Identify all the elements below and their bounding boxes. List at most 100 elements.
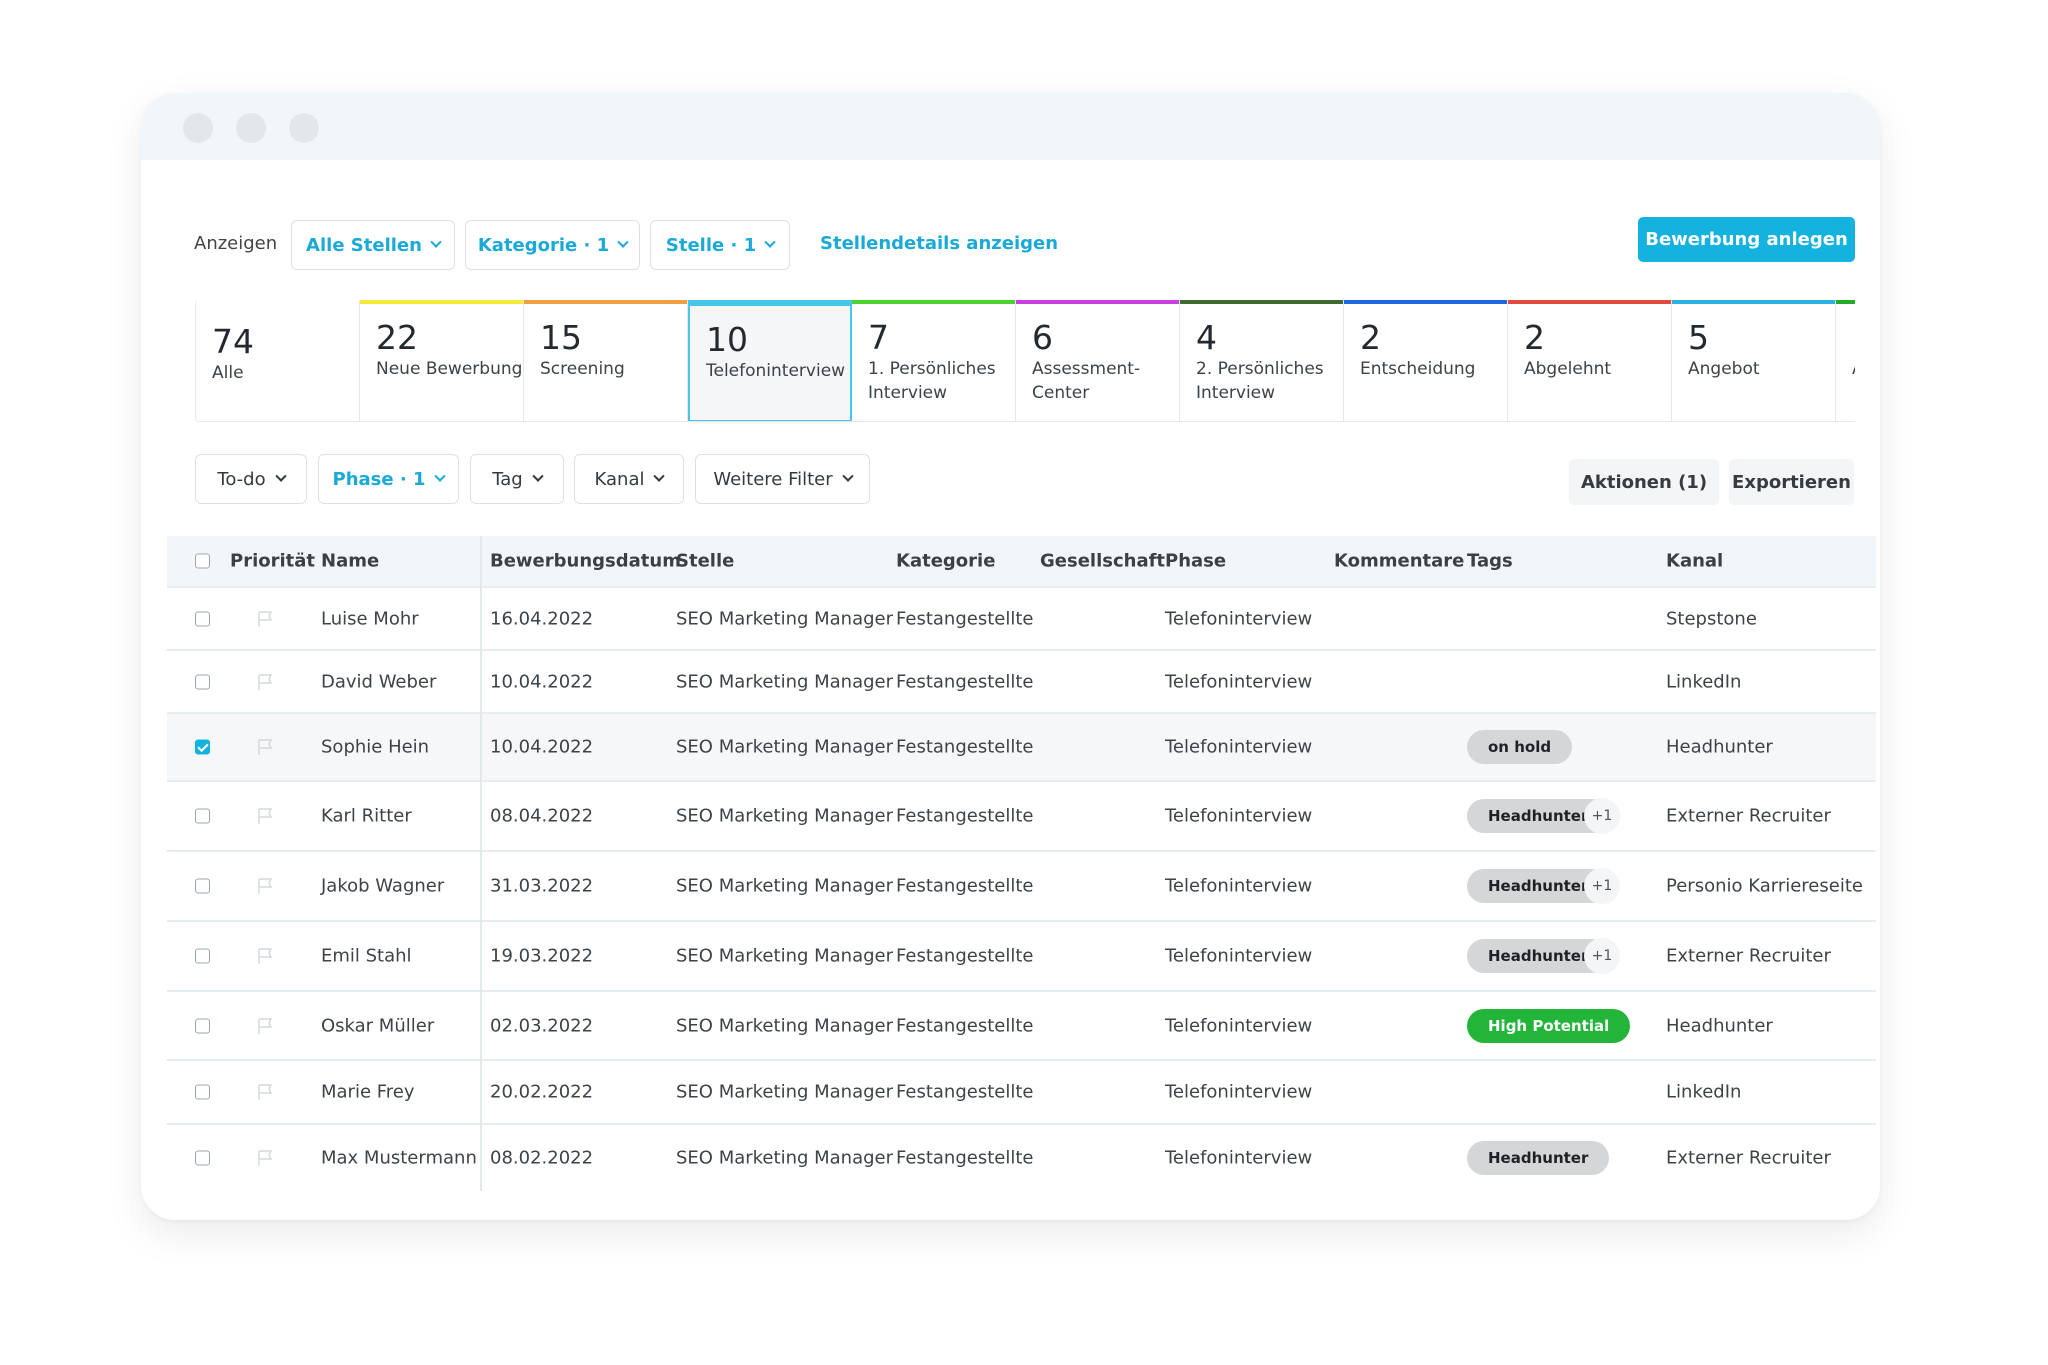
- applicant-name[interactable]: Emil Stahl: [321, 946, 412, 967]
- column-header-date[interactable]: Bewerbungsdatum: [490, 551, 681, 572]
- more-tags-badge[interactable]: +1: [1584, 868, 1620, 904]
- stage-name: Neue Bewerbung: [376, 359, 523, 380]
- row-checkbox[interactable]: [195, 1018, 210, 1033]
- stage-count: 7: [868, 318, 889, 357]
- position-cell: SEO Marketing Manager: [676, 608, 894, 629]
- category-dropdown[interactable]: Kategorie · 1: [465, 220, 640, 270]
- stage-card[interactable]: 1 Akzeptiert: [1836, 300, 1855, 421]
- priority-flag-icon[interactable]: [255, 1148, 275, 1168]
- column-header-channel[interactable]: Kanal: [1666, 551, 1723, 572]
- more-tags-badge[interactable]: +1: [1584, 938, 1620, 974]
- table-row[interactable]: Luise Mohr 16.04.2022 SEO Marketing Manage…: [167, 588, 1876, 651]
- column-header-tags[interactable]: Tags: [1467, 551, 1513, 572]
- applicant-name[interactable]: Oskar Müller: [321, 1015, 434, 1036]
- tag-badge[interactable]: Headhunter: [1467, 1141, 1610, 1175]
- channel-cell: LinkedIn: [1666, 671, 1742, 692]
- priority-flag-icon[interactable]: [255, 1082, 275, 1102]
- table-row[interactable]: David Weber 10.04.2022 SEO Marketing Manag…: [167, 651, 1876, 714]
- priority-flag-icon[interactable]: [255, 1016, 275, 1036]
- chevron-down-icon: [434, 470, 447, 482]
- tag-badge[interactable]: High Potential: [1467, 1008, 1631, 1043]
- row-checkbox[interactable]: [195, 739, 210, 755]
- table-row[interactable]: Jakob Wagner 31.03.2022 SEO Marketing Mana…: [167, 852, 1876, 922]
- todo-filter-label: To-do: [217, 468, 266, 490]
- row-checkbox[interactable]: [195, 674, 210, 689]
- row-checkbox[interactable]: [195, 1150, 210, 1166]
- stage-card[interactable]: 2 Abgelehnt: [1508, 300, 1672, 421]
- stage-name: Angebot: [1688, 359, 1760, 380]
- applicant-name[interactable]: Karl Ritter: [321, 806, 412, 827]
- row-checkbox[interactable]: [195, 948, 210, 964]
- priority-flag-icon[interactable]: [255, 737, 275, 757]
- stage-card[interactable]: 22 Neue Bewerbung: [360, 300, 524, 421]
- stage-name: Entscheidung: [1360, 359, 1476, 380]
- phase-cell: Telefoninterview: [1165, 1015, 1313, 1036]
- all-positions-dropdown[interactable]: Alle Stellen: [291, 220, 455, 270]
- table-row[interactable]: Marie Frey 20.02.2022 SEO Marketing Manage…: [167, 1061, 1876, 1125]
- row-checkbox[interactable]: [195, 1084, 210, 1100]
- channel-filter[interactable]: Kanal: [574, 454, 684, 504]
- table-row[interactable]: Emil Stahl 19.03.2022 SEO Marketing Manage…: [167, 922, 1876, 992]
- column-header-comments[interactable]: Kommentare: [1334, 551, 1464, 572]
- position-cell: SEO Marketing Manager: [676, 805, 894, 827]
- row-checkbox[interactable]: [195, 808, 210, 824]
- stage-card[interactable]: 2 Entscheidung: [1344, 300, 1508, 421]
- category-cell: Festangestellte: [896, 1015, 1034, 1036]
- export-button[interactable]: Exportieren: [1729, 459, 1854, 505]
- column-header-position[interactable]: Stelle: [676, 551, 734, 572]
- tag-badge[interactable]: on hold: [1467, 730, 1573, 764]
- column-header-category[interactable]: Kategorie: [896, 551, 995, 572]
- stage-card[interactable]: 4 2. Persönliches Interview: [1180, 300, 1344, 421]
- phase-cell: Telefoninterview: [1165, 608, 1313, 629]
- applicant-name[interactable]: David Weber: [321, 671, 436, 692]
- column-header-name[interactable]: Name: [321, 551, 379, 572]
- pipeline-stages: 74 Alle 22 Neue Bewerbung 15 Screening 10 Telef…: [195, 300, 1855, 422]
- phase-filter-label: Phase · 1: [332, 468, 426, 490]
- stage-card[interactable]: 74 Alle: [196, 300, 360, 421]
- create-application-button[interactable]: Bewerbung anlegen: [1638, 217, 1855, 262]
- phase-filter[interactable]: Phase · 1: [318, 454, 459, 504]
- more-tags-badge[interactable]: +1: [1584, 798, 1620, 834]
- applicant-name[interactable]: Sophie Hein: [321, 737, 429, 758]
- priority-flag-icon[interactable]: [255, 672, 275, 692]
- applicant-name[interactable]: Luise Mohr: [321, 608, 419, 629]
- table-row[interactable]: Oskar Müller 02.03.2022 SEO Marketing Mana…: [167, 992, 1876, 1061]
- table-row[interactable]: Sophie Hein 10.04.2022 SEO Marketing Manag…: [167, 714, 1876, 782]
- stage-card[interactable]: 10 Telefoninterview: [688, 300, 852, 421]
- table-row[interactable]: Karl Ritter 08.04.2022 SEO Marketing Manag…: [167, 782, 1876, 852]
- stage-name: Assessment-Center: [1032, 359, 1141, 403]
- phase-cell: Telefoninterview: [1165, 736, 1313, 758]
- stage-count: 22: [376, 318, 418, 357]
- applicant-name[interactable]: Max Mustermann: [321, 1148, 477, 1169]
- stage-color-bar: [1508, 300, 1671, 304]
- chevron-down-icon: [842, 470, 854, 482]
- more-filters-button[interactable]: Weitere Filter: [695, 454, 870, 504]
- row-checkbox[interactable]: [195, 878, 210, 894]
- main-content: Anzeigen Alle Stellen Kategorie · 1 Stel…: [141, 93, 1880, 1220]
- select-all-checkbox[interactable]: [195, 553, 210, 569]
- stage-count: 10: [706, 320, 748, 359]
- priority-flag-icon[interactable]: [255, 609, 275, 629]
- column-header-company[interactable]: Gesellschaft: [1040, 551, 1165, 572]
- priority-flag-icon[interactable]: [255, 946, 275, 966]
- actions-button[interactable]: Aktionen (1): [1569, 459, 1719, 505]
- tag-filter[interactable]: Tag: [470, 454, 564, 504]
- stage-card[interactable]: 7 1. Persönliches Interview: [852, 300, 1016, 421]
- position-dropdown[interactable]: Stelle · 1: [650, 220, 790, 270]
- position-details-link[interactable]: Stellendetails anzeigen: [820, 233, 1058, 254]
- position-cell: SEO Marketing Manager: [676, 945, 894, 967]
- table-row[interactable]: Max Mustermann 08.02.2022 SEO Marketing Ma…: [167, 1125, 1876, 1191]
- applicant-name[interactable]: Marie Frey: [321, 1082, 415, 1103]
- priority-flag-icon[interactable]: [255, 876, 275, 896]
- stage-card[interactable]: 6 Assessment-Center: [1016, 300, 1180, 421]
- stage-color-bar: [524, 300, 687, 304]
- row-checkbox[interactable]: [195, 611, 210, 626]
- applicant-name[interactable]: Jakob Wagner: [321, 876, 444, 897]
- column-header-priority[interactable]: Priorität: [230, 551, 315, 572]
- priority-flag-icon[interactable]: [255, 806, 275, 826]
- column-header-phase[interactable]: Phase: [1165, 551, 1226, 572]
- todo-filter[interactable]: To-do: [195, 454, 307, 504]
- application-date: 20.02.2022: [490, 1081, 594, 1103]
- stage-card[interactable]: 5 Angebot: [1672, 300, 1836, 421]
- stage-card[interactable]: 15 Screening: [524, 300, 688, 421]
